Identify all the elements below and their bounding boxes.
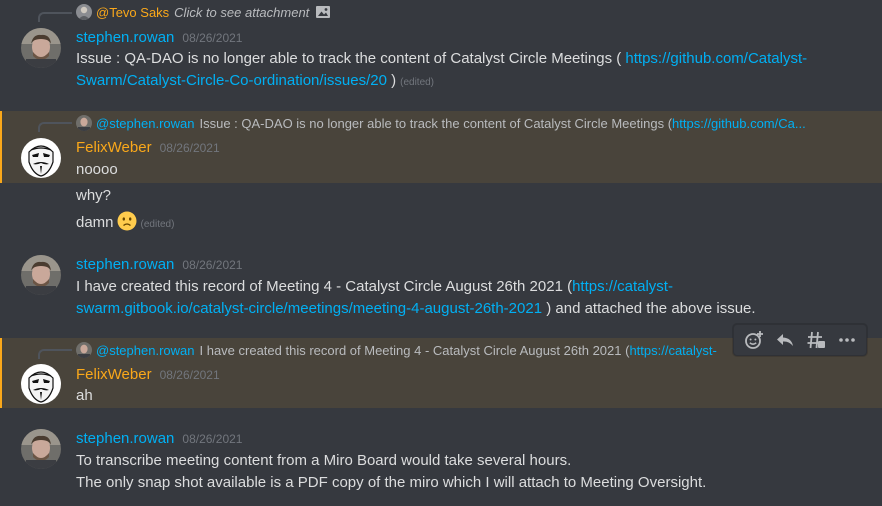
image-icon — [315, 4, 331, 20]
timestamp: 08/26/2021 — [159, 141, 220, 155]
message-text: I have created this record of Meeting 4 … — [76, 278, 573, 295]
more-icon — [838, 338, 855, 342]
reply-preview-text[interactable]: I have created this record of Meeting 4 … — [199, 343, 629, 358]
reply-reference[interactable]: @stephen.rowan Issue : QA-DAO is no long… — [76, 114, 866, 132]
reply-spine — [38, 12, 72, 22]
add-reaction-button[interactable] — [740, 326, 768, 354]
avatar[interactable] — [21, 28, 61, 68]
message-text: why? — [76, 187, 112, 204]
message-link[interactable]: swarm.gitbook.io/catalyst-circle/meeting… — [76, 300, 542, 317]
message-header: stephen.rowan 08/26/2021 — [76, 256, 242, 276]
message-header: stephen.rowan 08/26/2021 — [76, 29, 242, 49]
edited-tag: (edited) — [140, 219, 175, 230]
message-text: To transcribe meeting content from a Mir… — [76, 452, 572, 469]
author-name[interactable]: FelixWeber — [76, 139, 152, 156]
message-text-line: damn (edited) — [76, 211, 174, 236]
message-link[interactable]: Swarm/Catalyst-Circle-Co-ordination/issu… — [76, 72, 387, 89]
message-text: ) — [386, 72, 397, 89]
reply-reference[interactable]: @stephen.rowan I have created this recor… — [76, 341, 726, 359]
reply-reference[interactable]: @Tevo Saks Click to see attachment — [76, 3, 331, 21]
reply-avatar — [76, 4, 92, 20]
message-text: Issue : QA-DAO is no longer able to trac… — [76, 50, 626, 67]
reply-avatar — [76, 342, 92, 358]
message-text-line: Swarm/Catalyst-Circle-Co-ordination/issu… — [76, 70, 434, 94]
message-text-line: swarm.gitbook.io/catalyst-circle/meeting… — [76, 298, 756, 320]
message-text: The only snap shot available is a PDF co… — [76, 474, 707, 491]
timestamp: 08/26/2021 — [182, 432, 243, 446]
message-hover-toolbar — [733, 324, 867, 356]
message-header: FelixWeber 08/26/2021 — [76, 139, 220, 159]
create-thread-icon — [807, 331, 825, 349]
message-link[interactable]: https://catalyst- — [572, 278, 673, 295]
reply-preview-text[interactable]: Issue : QA-DAO is no longer able to trac… — [199, 116, 672, 131]
reply-avatar — [76, 115, 92, 131]
message-link[interactable]: https://github.com/Catalyst- — [625, 50, 807, 67]
message-text-line: I have created this record of Meeting 4 … — [76, 276, 673, 298]
message-text: noooo — [76, 161, 118, 178]
more-button[interactable] — [833, 326, 861, 354]
reply-preview-link[interactable]: https://github.com/Ca... — [672, 116, 806, 131]
message-text: ah — [76, 387, 93, 404]
confused-face-emoji-icon[interactable] — [117, 211, 137, 231]
message-text-line: Issue : QA-DAO is no longer able to trac… — [76, 48, 807, 70]
avatar[interactable] — [21, 364, 61, 404]
create-thread-button[interactable] — [802, 326, 830, 354]
timestamp: 08/26/2021 — [182, 258, 243, 272]
message-text: ) and attached the above issue. — [542, 300, 756, 317]
author-name[interactable]: stephen.rowan — [76, 29, 174, 46]
reply-icon — [776, 334, 793, 346]
reply-author-name[interactable]: @stephen.rowan — [96, 116, 194, 131]
timestamp: 08/26/2021 — [182, 31, 243, 45]
message-header: FelixWeber 08/26/2021 — [76, 366, 220, 386]
avatar[interactable] — [21, 138, 61, 178]
avatar[interactable] — [21, 255, 61, 295]
reply-preview-link[interactable]: https://catalyst- — [629, 343, 716, 358]
avatar[interactable] — [21, 429, 61, 469]
chat-message-list: @Tevo Saks Click to see attachment steph… — [0, 0, 882, 506]
edited-tag: (edited) — [400, 77, 435, 88]
author-name[interactable]: stephen.rowan — [76, 256, 174, 273]
add-reaction-icon — [744, 331, 763, 349]
author-name[interactable]: FelixWeber — [76, 366, 152, 383]
reply-preview-text[interactable]: Click to see attachment — [174, 5, 309, 20]
author-name[interactable]: stephen.rowan — [76, 430, 174, 447]
reply-author-name[interactable]: @Tevo Saks — [96, 5, 169, 20]
timestamp: 08/26/2021 — [159, 368, 220, 382]
reply-author-name[interactable]: @stephen.rowan — [96, 343, 194, 358]
message-header: stephen.rowan 08/26/2021 — [76, 430, 242, 450]
reply-spine — [38, 349, 72, 359]
reply-spine — [38, 122, 72, 132]
message-text: damn — [76, 214, 114, 231]
reply-button[interactable] — [771, 326, 799, 354]
